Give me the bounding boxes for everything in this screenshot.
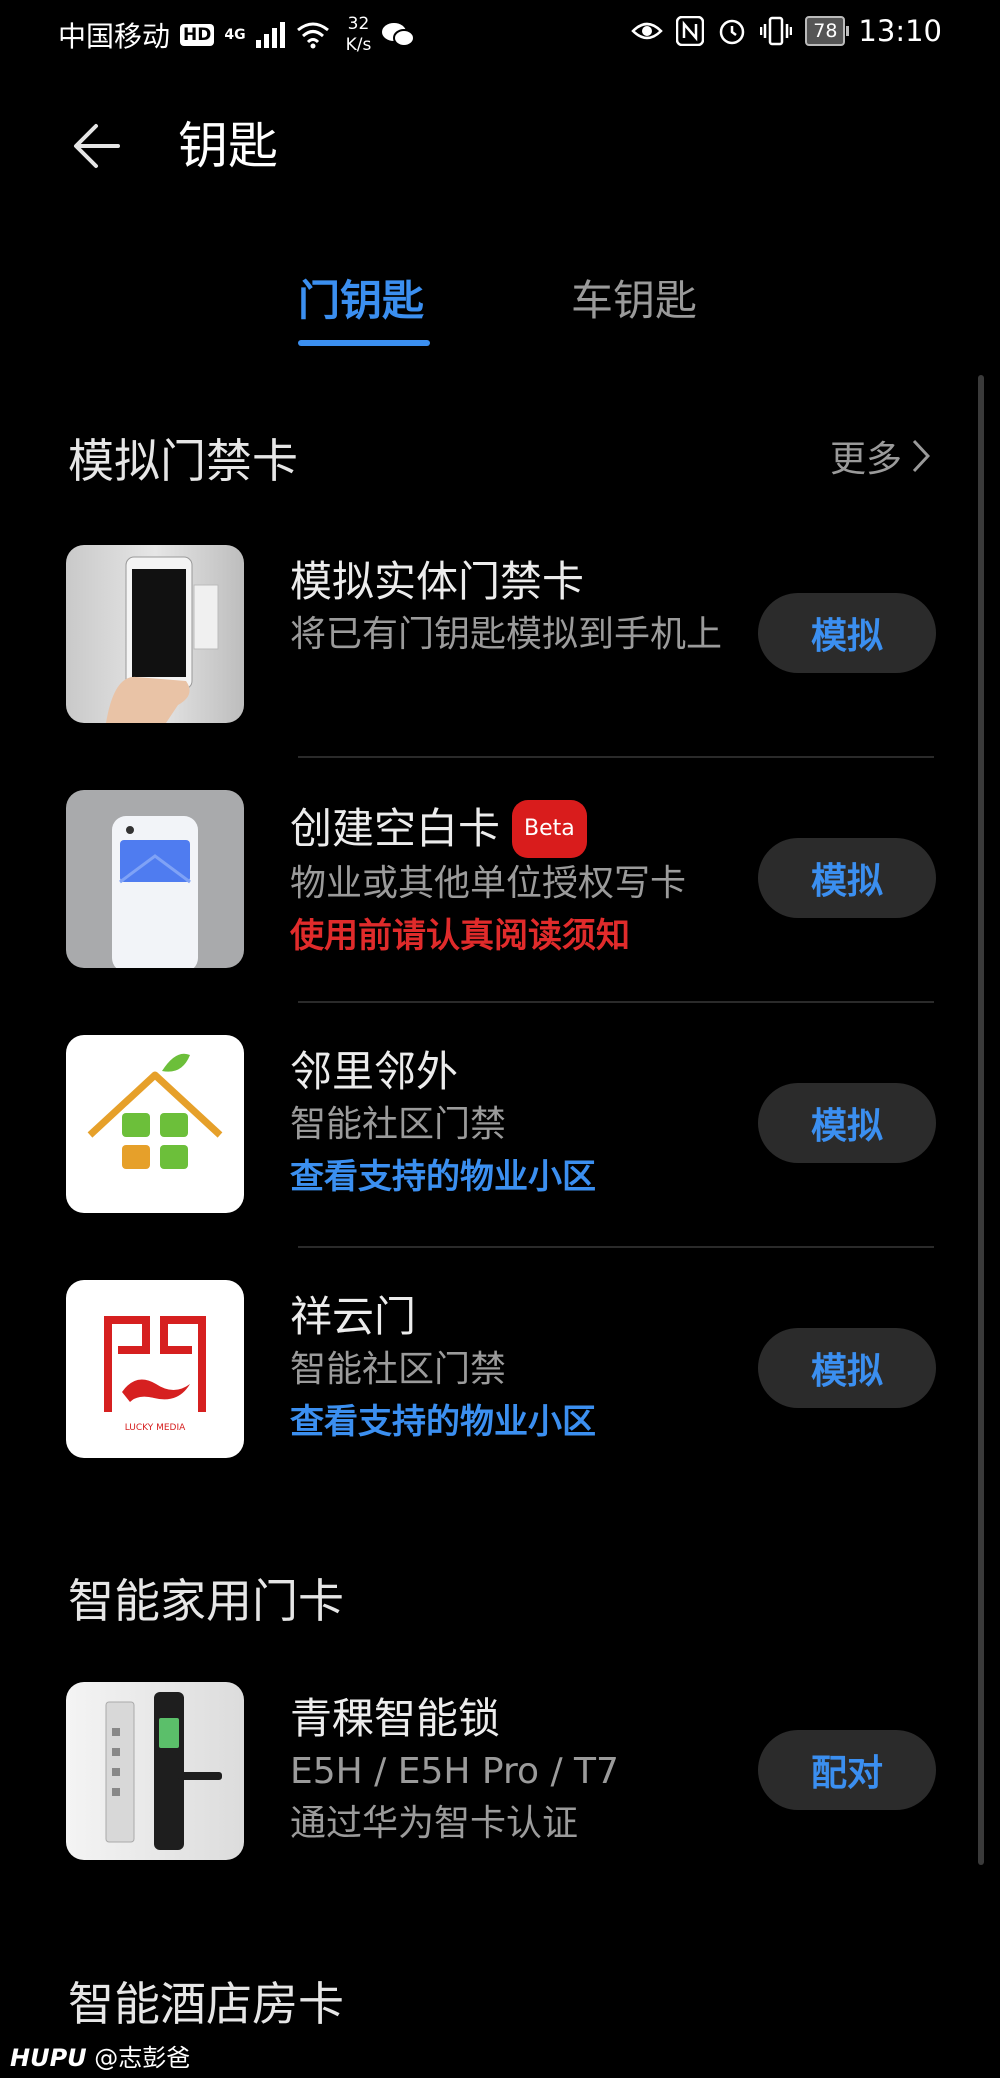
divider (298, 756, 934, 758)
list-item-xiangyun[interactable]: LUCKY MEDIA 祥云门 智能社区门禁 查看支持的物业小区 模拟 (66, 1280, 936, 1460)
status-bar: 中国移动 HD 4G 32 K/s 78 13:10 (0, 0, 1000, 70)
back-arrow-icon[interactable] (66, 114, 130, 178)
more-label: 更多 (829, 439, 902, 480)
item-certification: 通过华为智卡认证 (290, 1803, 579, 1844)
item-subtitle: 智能社区门禁 (290, 1349, 507, 1390)
status-right: 78 13:10 (631, 14, 942, 48)
section-title-access-cards: 模拟门禁卡 (68, 434, 298, 488)
section-title-home-cards: 智能家用门卡 (68, 1574, 344, 1628)
divider (298, 1001, 934, 1003)
item-models: E5H / E5H Pro / T7 (290, 1751, 619, 1792)
thumb-blank-card (66, 790, 244, 968)
net-speed: 32 K/s (346, 14, 372, 56)
list-item-smart-lock[interactable]: 青稞智能锁 E5H / E5H Pro / T7 通过华为智卡认证 配对 (66, 1682, 936, 1862)
hd-icon: HD (180, 24, 215, 46)
smart-lock-image (105, 1692, 222, 1850)
net-speed-value: 32 (347, 14, 370, 34)
item-title: 邻里邻外 (290, 1047, 459, 1096)
item-title-row: 创建空白卡 Beta (290, 800, 790, 858)
simulate-button[interactable]: 模拟 (758, 1083, 936, 1163)
thumb-xiangyun: LUCKY MEDIA (66, 1280, 244, 1458)
status-left: 中国移动 HD 4G 32 K/s (58, 14, 416, 56)
vibrate-icon (760, 16, 793, 46)
simulate-button[interactable]: 模拟 (758, 838, 936, 918)
list-item-linli[interactable]: 邻里邻外 智能社区门禁 查看支持的物业小区 模拟 (66, 1035, 936, 1215)
item-subtitle: 物业或其他单位授权写卡 (290, 863, 687, 904)
item-title: 创建空白卡 (290, 804, 501, 853)
thumb-linli (66, 1035, 244, 1213)
wifi-icon (296, 22, 329, 49)
more-link[interactable]: 更多 (830, 430, 930, 482)
chevron-right-icon (912, 439, 930, 473)
divider (298, 1246, 934, 1248)
item-title: 青稞智能锁 (290, 1694, 501, 1743)
thumb-physical-card (66, 545, 244, 723)
alarm-icon (719, 19, 745, 45)
network-type: 4G (224, 27, 246, 43)
watermark-user: @志彭爸 (94, 2044, 191, 2072)
item-text: 邻里邻外 智能社区门禁 查看支持的物业小区 (290, 1045, 790, 1203)
net-speed-unit: K/s (345, 35, 372, 55)
clock: 13:10 (858, 14, 942, 48)
item-subtitle: 将已有门钥匙模拟到手机上 (290, 614, 723, 655)
simulate-button[interactable]: 模拟 (758, 593, 936, 673)
linli-logo-icon (87, 1053, 223, 1169)
watermark: HUPU @志彭爸 (10, 2038, 190, 2073)
item-title: 模拟实体门禁卡 (290, 557, 585, 606)
eye-comfort-icon (631, 22, 664, 40)
item-text: 青稞智能锁 E5H / E5H Pro / T7 通过华为智卡认证 (290, 1692, 790, 1850)
tab-bar: 门钥匙 车钥匙 (0, 268, 1000, 348)
nfc-icon (676, 16, 705, 46)
list-item-physical-card[interactable]: 模拟实体门禁卡 将已有门钥匙模拟到手机上 模拟 (66, 545, 936, 725)
tab-door-keys[interactable]: 门钥匙 (298, 268, 424, 334)
tab-indicator (298, 340, 430, 346)
item-text: 创建空白卡 Beta 物业或其他单位授权写卡 使用前请认真阅读须知 (290, 800, 790, 962)
tab-car-keys[interactable]: 车钥匙 (571, 268, 697, 334)
list-item-blank-card[interactable]: 创建空白卡 Beta 物业或其他单位授权写卡 使用前请认真阅读须知 模拟 (66, 790, 936, 970)
notice-link[interactable]: 使用前请认真阅读须知 (290, 910, 790, 962)
page-title: 钥匙 (178, 117, 278, 175)
lucky-media-logo-text: LUCKY MEDIA (125, 1423, 186, 1433)
battery-icon: 78 (805, 16, 850, 46)
carrier-label: 中国移动 (58, 20, 171, 53)
thumb-smart-lock (66, 1682, 244, 1860)
signal-icon (255, 22, 285, 48)
item-text: 模拟实体门禁卡 将已有门钥匙模拟到手机上 (290, 555, 790, 661)
blank-card-phone-image (112, 816, 198, 968)
item-text: 祥云门 智能社区门禁 查看支持的物业小区 (290, 1290, 790, 1448)
beta-badge: Beta (512, 800, 587, 858)
supported-communities-link[interactable]: 查看支持的物业小区 (290, 1151, 790, 1203)
item-title: 祥云门 (290, 1292, 417, 1341)
xiangyun-logo-icon: LUCKY MEDIA (104, 1316, 206, 1433)
pair-button[interactable]: 配对 (758, 1730, 936, 1810)
phone-in-hand-image (106, 556, 219, 723)
section-title-hotel-cards: 智能酒店房卡 (68, 1977, 344, 2031)
app-header: 钥匙 (0, 100, 1000, 190)
item-subtitle: 智能社区门禁 (290, 1104, 507, 1145)
simulate-button[interactable]: 模拟 (758, 1328, 936, 1408)
scrollbar[interactable] (978, 375, 984, 1865)
watermark-brand: HUPU (10, 2044, 87, 2072)
wechat-icon (382, 23, 416, 47)
supported-communities-link[interactable]: 查看支持的物业小区 (290, 1396, 790, 1448)
